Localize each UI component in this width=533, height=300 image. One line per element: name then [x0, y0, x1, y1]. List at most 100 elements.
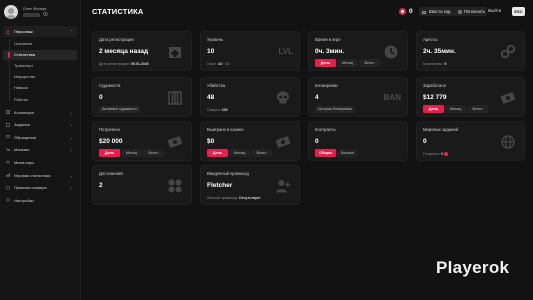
tab-day[interactable]: День — [99, 149, 120, 157]
tab-all[interactable]: Всего — [467, 105, 488, 113]
sidebar-item-label: Игровая статистика — [14, 172, 51, 178]
card-label: Потрачено — [99, 127, 120, 132]
tab-day[interactable]: День — [207, 149, 228, 157]
tab-month[interactable]: Месяц — [337, 59, 358, 67]
clock-icon — [384, 45, 398, 59]
sidebar-item-tickets[interactable]: Обращения ⌄ — [3, 132, 77, 143]
chat-icon — [6, 135, 10, 139]
sidebar-item-collections[interactable]: Коллекции ⌄ — [3, 107, 77, 118]
card-label: Выиграно в казино — [207, 127, 244, 132]
coin-value: 0 — [409, 8, 413, 15]
tab-day[interactable]: День — [423, 105, 444, 113]
sidebar-item-minigames[interactable]: Мини-игры — [3, 157, 77, 168]
card-label: Убийства — [207, 83, 226, 88]
card-label: Мировых заданий — [423, 127, 458, 132]
sidebar-subitem-stats[interactable]: Статистика — [3, 49, 77, 60]
card-casino: Выиграно в казино $0 День Месяц Всего — [200, 121, 300, 161]
globe-icon — [501, 135, 515, 149]
period-tabs: День Месяц Всего — [423, 105, 488, 113]
card-label: Судимости — [99, 83, 121, 88]
sidebar-subitem-property[interactable]: Имущество — [3, 72, 77, 82]
eye-icon[interactable] — [43, 12, 48, 16]
ban-icon: BAN — [383, 93, 401, 102]
redeem-code-label: Ввести код — [429, 9, 451, 14]
card-playtime: Время в игре 0ч. 3мин. День Месяц Всего — [308, 31, 408, 71]
card-label: Уровень — [207, 37, 224, 42]
period-tabs: День Месяц Всего — [315, 59, 380, 67]
card-sub: Получено: 0 — [423, 152, 448, 156]
sidebar-item-personal[interactable]: Персонаж ⌃ — [3, 26, 77, 37]
tab-all[interactable]: Всего — [143, 149, 164, 157]
sidebar-item-game-stats[interactable]: Игровая статистика ⌄ — [3, 170, 77, 181]
tab-all[interactable]: Всего — [359, 59, 380, 67]
sidebar-subitem-skills[interactable]: Навыки — [3, 83, 77, 93]
card-label: Введённый промокод — [207, 171, 249, 176]
sidebar: Олег Фолгун Персонаж ⌃ Основное Статисти… — [0, 0, 81, 300]
sidebar-item-label: Магазин — [14, 147, 30, 153]
card-value: 10 — [207, 48, 215, 55]
card-promo: Введённый промокод Fletcher Личный промо… — [200, 165, 300, 205]
exit-label[interactable]: Выйти — [488, 8, 501, 13]
cart-icon — [6, 148, 10, 151]
avatar — [4, 5, 18, 19]
topup-button[interactable]: Пополнить — [455, 7, 487, 16]
card-registration: Дата регистрации 2 месяца назад Дата рег… — [92, 31, 192, 71]
sidebar-item-tasks[interactable]: Задания ⌄ — [3, 119, 77, 130]
card-value: 2ч. 35мин. — [423, 48, 456, 55]
sidebar-item-settings[interactable]: Настройки — [3, 195, 77, 206]
chevron-down-icon: ⌄ — [69, 172, 73, 178]
grid-icon — [6, 110, 10, 115]
period-tabs: День Месяц Всего — [99, 149, 164, 157]
card-kills: Убийства 48 Смерти: 230 — [200, 77, 300, 117]
sidebar-subitem-jobs[interactable]: Работы — [3, 95, 77, 105]
sidebar-subitem-main[interactable]: Основное — [3, 39, 77, 49]
coin-balance: 0 — [399, 7, 413, 16]
active-convictions-button[interactable]: Активные судимости — [99, 106, 140, 113]
card-sub: Количество: 5 — [423, 62, 447, 66]
tab-general[interactable]: Общие — [315, 149, 336, 157]
tab-month[interactable]: Месяц — [229, 149, 250, 157]
sidebar-item-rules[interactable]: Правила сервера ⌄ — [3, 182, 77, 193]
sidebar-subitem-transport[interactable]: Транспорт — [3, 61, 77, 71]
chevron-down-icon: ⌄ — [69, 122, 73, 128]
card-value: 0 — [423, 138, 427, 145]
chevron-down-icon: ⌄ — [69, 109, 73, 115]
sidebar-menu: Персонаж ⌃ Основное Статистика Транспорт… — [3, 26, 77, 207]
card-label: Контракты — [315, 127, 336, 132]
card-sub: Смерти: 230 — [207, 108, 228, 112]
tab-all[interactable]: Всего — [251, 149, 272, 157]
tab-month[interactable]: Месяц — [445, 105, 466, 113]
topup-label: Пополнить — [464, 9, 486, 14]
period-tabs: День Месяц Всего — [207, 149, 272, 157]
card-value: $20 000 — [99, 138, 123, 145]
block-history-button[interactable]: История блокировок — [315, 106, 355, 113]
money-icon — [167, 136, 183, 148]
profile-block[interactable]: Олег Фолгун — [4, 5, 78, 21]
gamepad-icon — [6, 161, 10, 164]
person-icon — [6, 29, 10, 34]
page-title: СТАТИСТИКА — [92, 7, 144, 16]
tab-day[interactable]: День — [315, 59, 336, 67]
card-level: Уровень 10 Опыт: 43 / 44 LVL — [200, 31, 300, 71]
sidebar-item-label: Правила сервера — [14, 185, 47, 191]
gear-icon — [6, 198, 10, 202]
card-value: 4 — [315, 94, 319, 101]
card-sub: Дата регистрации: 05.01.2026 — [99, 62, 149, 66]
card-value: 0 — [315, 138, 319, 145]
plus-circle-icon — [458, 9, 462, 14]
esc-button[interactable]: ESC — [512, 7, 525, 16]
tab-personal[interactable]: Личные — [337, 149, 358, 157]
coin-icon — [444, 152, 448, 156]
chevron-down-icon: ⌄ — [69, 147, 73, 153]
card-spent: Потрачено $20 000 День Месяц Всего — [92, 121, 192, 161]
sidebar-item-shop[interactable]: Магазин ⌄ — [3, 144, 77, 155]
chevron-up-icon: ⌃ — [69, 29, 73, 34]
sidebar-item-label: Настройки — [14, 197, 34, 203]
card-earned: Заработано $12 779 День Месяц Всего — [416, 77, 525, 117]
card-achievements: Достижений 2 — [92, 165, 192, 205]
profile-name: Олег Фолгун — [23, 6, 47, 11]
sidebar-item-label: Персонаж — [14, 29, 33, 34]
task-icon — [6, 122, 10, 127]
card-value: Fletcher — [207, 182, 233, 189]
tab-month[interactable]: Месяц — [121, 149, 142, 157]
